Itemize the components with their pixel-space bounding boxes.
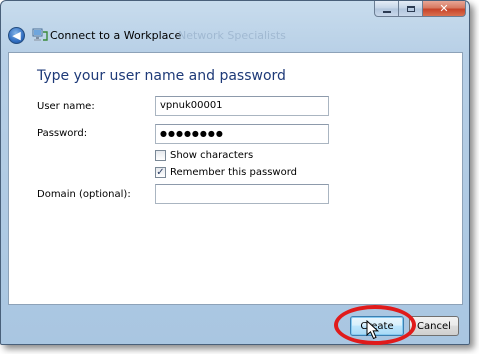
- caption-buttons: ✕: [374, 1, 466, 17]
- back-arrow-icon: ◀: [12, 29, 21, 42]
- username-label: User name:: [37, 101, 95, 112]
- show-characters-label: Show characters: [170, 150, 254, 161]
- wizard-title: Connect to a Workplace: [50, 29, 182, 42]
- close-icon: ✕: [439, 2, 449, 15]
- checkmark-icon: ✓: [156, 166, 165, 178]
- maximize-icon: [406, 5, 415, 12]
- back-button[interactable]: ◀: [8, 27, 25, 44]
- maximize-button[interactable]: [399, 1, 423, 17]
- minimize-icon: [382, 10, 391, 13]
- background-window-title: Network Specialists: [178, 29, 286, 42]
- password-label: Password:: [37, 128, 88, 139]
- remember-password-label: Remember this password: [170, 167, 297, 178]
- remember-password-checkbox[interactable]: ✓: [155, 167, 166, 178]
- mouse-pointer-icon: [366, 320, 380, 340]
- show-characters-checkbox[interactable]: [155, 150, 166, 161]
- password-field[interactable]: ●●●●●●●●: [155, 124, 329, 144]
- cancel-button[interactable]: Cancel: [409, 316, 459, 336]
- network-connection-icon: [32, 28, 48, 41]
- page-heading: Type your user name and password: [37, 68, 286, 84]
- wizard-window: ✕ ◀ Connect to a Workplace Network Speci…: [0, 0, 470, 345]
- wizard-content-pane: Type your user name and password User na…: [8, 52, 463, 305]
- minimize-button[interactable]: [374, 1, 399, 17]
- remember-password-option[interactable]: ✓ Remember this password: [155, 167, 297, 178]
- username-field[interactable]: vpnuk00001: [155, 96, 329, 116]
- screenshot-stage: ✕ ◀ Connect to a Workplace Network Speci…: [0, 0, 479, 354]
- domain-label: Domain (optional):: [37, 189, 131, 200]
- show-characters-option[interactable]: Show characters: [155, 150, 253, 161]
- domain-field[interactable]: [155, 184, 329, 204]
- close-button[interactable]: ✕: [423, 1, 466, 17]
